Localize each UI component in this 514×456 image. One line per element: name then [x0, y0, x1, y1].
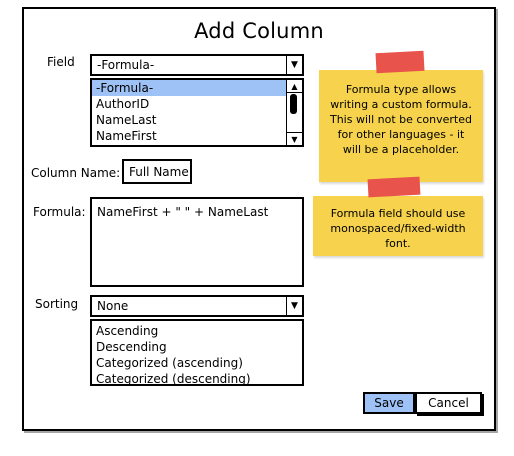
sorting-dropdown[interactable]: None ▼ [90, 295, 304, 317]
annotation-note-formula-type: Formula type allows writing a custom for… [319, 70, 483, 182]
formula-textarea[interactable]: NameFirst + " " + NameLast [90, 197, 304, 287]
field-list-scrollbar[interactable]: ▲ ▼ [286, 80, 302, 145]
field-option[interactable]: AuthorID [92, 96, 302, 112]
column-name-value: Full Name [129, 165, 189, 179]
formula-value: NameFirst + " " + NameLast [97, 205, 269, 219]
column-name-input[interactable]: Full Name [122, 159, 192, 184]
column-name-label: Column Name: [31, 166, 121, 180]
field-label: Field [47, 55, 75, 69]
save-button[interactable]: Save [363, 392, 415, 414]
sorting-option[interactable]: Ascending [92, 323, 302, 339]
sorting-option[interactable]: Descending [92, 339, 302, 355]
cancel-button[interactable]: Cancel [415, 392, 482, 414]
field-dropdown-value: -Formula- [97, 58, 155, 72]
scroll-thumb[interactable] [290, 94, 297, 114]
field-option[interactable]: NameFirst [92, 128, 302, 144]
field-option[interactable]: -Formula- [92, 80, 286, 96]
sorting-dropdown-value: None [97, 299, 129, 313]
chevron-down-icon[interactable]: ▼ [286, 297, 302, 315]
sorting-option[interactable]: Categorized (ascending) [92, 355, 302, 371]
note-tape [367, 176, 421, 198]
sorting-option[interactable]: Categorized (descending) [92, 371, 302, 384]
note-text: Formula type allows writing a custom for… [329, 83, 472, 156]
scroll-down-icon[interactable]: ▼ [287, 132, 302, 145]
note-text: Formula field should use monospaced/fixe… [330, 207, 466, 250]
note-tape [375, 50, 425, 74]
chevron-down-icon[interactable]: ▼ [286, 56, 302, 74]
dialog-title: Add Column [194, 19, 324, 43]
scroll-up-icon[interactable]: ▲ [287, 80, 302, 93]
formula-label: Formula: [33, 205, 86, 219]
annotation-note-monospace: Formula field should use monospaced/fixe… [313, 196, 483, 256]
field-options-list[interactable]: -Formula- AuthorID NameLast NameFirst ▲ … [90, 78, 304, 147]
field-option[interactable]: NameLast [92, 112, 302, 128]
sorting-options-list[interactable]: Ascending Descending Categorized (ascend… [90, 319, 304, 386]
sorting-label: Sorting [35, 297, 79, 311]
field-dropdown[interactable]: -Formula- ▼ [90, 54, 304, 76]
